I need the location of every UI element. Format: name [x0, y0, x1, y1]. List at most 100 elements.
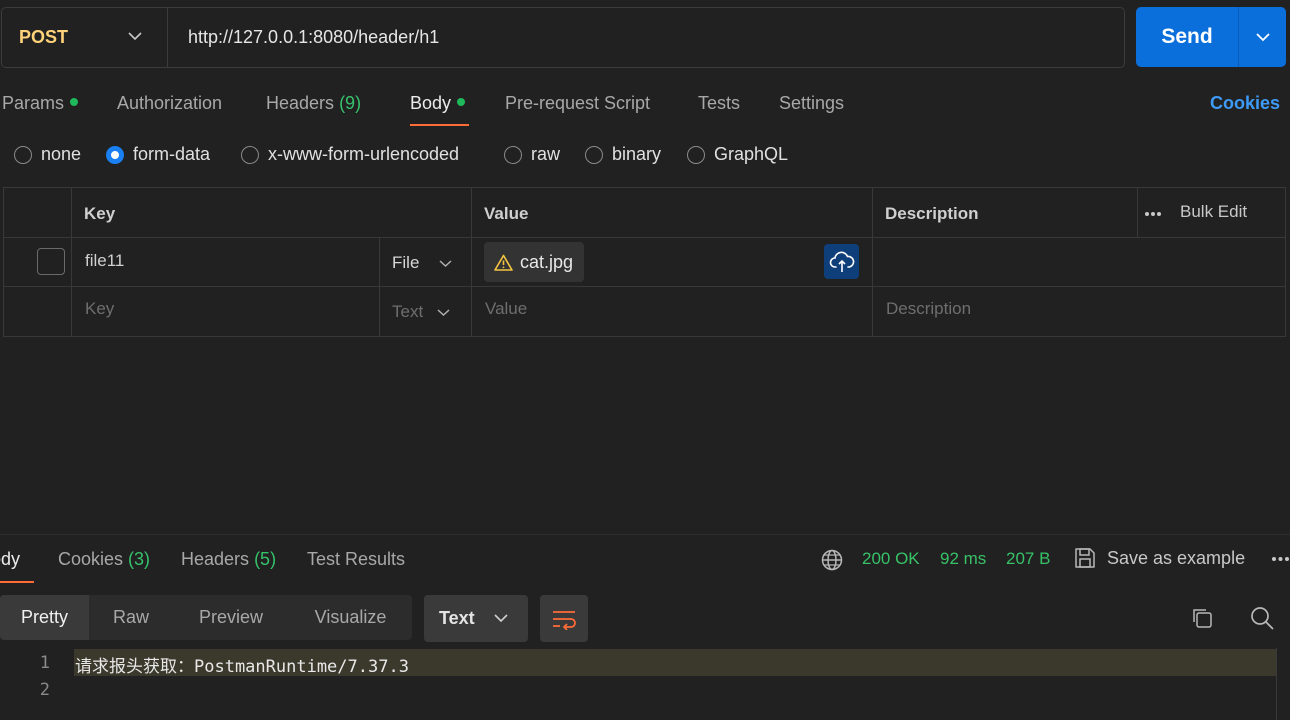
cloud-upload-button[interactable]: [824, 244, 859, 279]
radio-binary-label: binary: [612, 144, 662, 164]
response-time[interactable]: 92 ms: [940, 549, 986, 569]
format-select[interactable]: Text: [424, 595, 528, 642]
type-select-label: Text: [392, 302, 424, 321]
view-raw[interactable]: Raw: [89, 595, 173, 640]
params-indicator-dot: [70, 98, 79, 106]
send-button[interactable]: Send: [1136, 7, 1238, 67]
response-size[interactable]: 207 B: [1006, 549, 1050, 569]
radio-form-data-label: form-data: [133, 144, 211, 164]
save-as-example-button[interactable]: Save as example: [1073, 546, 1245, 570]
request-url-bar: POST: [1, 7, 1125, 68]
response-tab-headers[interactable]: Headers (5): [181, 549, 276, 570]
bulk-edit-button[interactable]: Bulk Edit: [1180, 202, 1247, 222]
view-visualize[interactable]: Visualize: [289, 595, 412, 640]
headers-count: (5): [254, 549, 277, 569]
tab-prerequest-script[interactable]: Pre-request Script: [505, 93, 650, 114]
radio-form-data[interactable]: form-data: [106, 144, 210, 165]
radio-circle: [241, 145, 259, 164]
search-icon: [1251, 607, 1274, 630]
line-number: 1: [39, 653, 50, 673]
radio-binary[interactable]: binary: [585, 144, 661, 165]
status-code[interactable]: 200 OK: [862, 549, 920, 569]
copy-icon: [1193, 609, 1212, 628]
globe-icon[interactable]: [820, 548, 844, 572]
radio-raw-label: raw: [531, 144, 561, 164]
file-chip[interactable]: cat.jpg: [484, 242, 585, 282]
chevron-down-icon: [494, 614, 508, 623]
request-tabs: Params Authorization Headers (9) Body Pr…: [0, 88, 1290, 128]
send-options-button[interactable]: [1239, 7, 1286, 67]
cookies-count: (3): [128, 549, 151, 569]
more-options-icon[interactable]: [1271, 556, 1290, 562]
chevron-down-icon: [1255, 33, 1270, 42]
cloud-upload-icon: [829, 251, 854, 272]
view-preview[interactable]: Preview: [173, 595, 289, 640]
row-checkbox[interactable]: [37, 248, 65, 275]
chevron-down-icon: [437, 308, 450, 316]
tab-settings[interactable]: Settings: [779, 93, 844, 114]
type-select-label: File: [392, 253, 420, 272]
radio-circle: [106, 145, 124, 164]
form-data-table: Key Value Description Bulk Edit file11 F…: [3, 187, 1286, 337]
body-type-radios: none form-data x-www-form-urlencoded raw…: [0, 144, 900, 170]
warning-icon: [494, 254, 513, 271]
tab-headers[interactable]: Headers (9): [266, 93, 361, 114]
key-placeholder[interactable]: Key: [85, 299, 114, 319]
radio-circle: [504, 145, 522, 164]
format-select-label: Text: [439, 608, 475, 628]
active-tab-underline: [0, 581, 34, 583]
radio-graphql-label: GraphQL: [714, 144, 789, 164]
type-select[interactable]: Text: [392, 302, 450, 322]
url-input[interactable]: [168, 8, 1124, 67]
response-view-switcher: Pretty Raw Preview Visualize: [0, 595, 412, 640]
search-button[interactable]: [1248, 604, 1276, 632]
tab-tests[interactable]: Tests: [698, 93, 740, 114]
active-tab-underline: [410, 124, 469, 126]
table-row-empty: Key Text Value Description: [4, 287, 1285, 336]
tab-params[interactable]: Params: [2, 93, 79, 114]
wrap-lines-button[interactable]: [540, 595, 588, 642]
tab-authorization[interactable]: Authorization: [117, 93, 222, 114]
value-placeholder[interactable]: Value: [485, 299, 527, 319]
response-divider: [0, 534, 1290, 535]
response-tab-test-results[interactable]: Test Results: [307, 549, 405, 570]
wrap-lines-icon: [553, 610, 576, 630]
radio-graphql[interactable]: GraphQL: [687, 144, 788, 165]
key-column-header: Key: [84, 204, 116, 223]
tab-body[interactable]: Body: [410, 93, 466, 114]
radio-circle: [687, 145, 705, 164]
editor-scrollbar[interactable]: [1276, 648, 1277, 720]
radio-urlencoded[interactable]: x-www-form-urlencoded: [241, 144, 459, 165]
cookies-link[interactable]: Cookies: [1210, 93, 1280, 114]
more-options-icon[interactable]: [1144, 202, 1162, 222]
copy-button[interactable]: [1188, 604, 1216, 632]
type-select[interactable]: File: [392, 253, 452, 273]
method-label: POST: [19, 27, 69, 47]
response-tab-cookies[interactable]: Cookies (3): [58, 549, 150, 570]
radio-none[interactable]: none: [14, 144, 81, 165]
value-column-header: Value: [484, 204, 529, 223]
response-body-editor[interactable]: 1 请求报头获取：PostmanRuntime/7.37.3 2: [0, 648, 1290, 720]
response-tab-cookies-label: Cookies: [58, 549, 124, 569]
method-select[interactable]: POST: [2, 8, 168, 67]
save-as-example-label: Save as example: [1107, 547, 1246, 568]
bulk-edit-area: Bulk Edit: [1144, 202, 1247, 222]
table-row: file11 File cat.jpg: [4, 238, 1285, 287]
chevron-down-icon: [439, 259, 452, 267]
key-cell[interactable]: file11: [85, 251, 124, 271]
response-tab-headers-label: Headers: [181, 549, 250, 569]
response-tabs: Body Cookies (3) Headers (5) Test Result…: [0, 546, 1290, 586]
radio-circle: [585, 145, 603, 164]
save-icon: [1075, 548, 1095, 568]
response-tab-body[interactable]: Body: [0, 549, 20, 570]
table-header-row: Key Value Description Bulk Edit: [4, 188, 1285, 238]
tab-headers-label: Headers: [266, 93, 335, 113]
body-indicator-dot: [457, 98, 466, 106]
description-column-header: Description: [885, 204, 979, 223]
description-placeholder[interactable]: Description: [886, 299, 971, 319]
radio-raw[interactable]: raw: [504, 144, 560, 165]
radio-none-label: none: [41, 144, 82, 164]
view-pretty[interactable]: Pretty: [0, 595, 89, 640]
file-name: cat.jpg: [520, 251, 574, 272]
code-line: 请求报头获取：PostmanRuntime/7.37.3: [75, 657, 409, 677]
